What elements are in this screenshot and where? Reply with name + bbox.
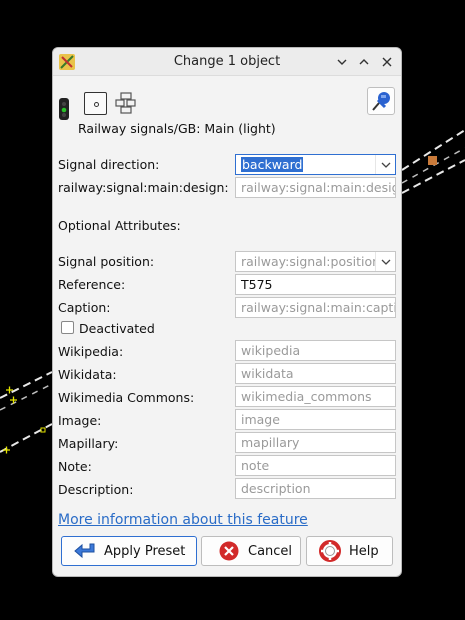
mapillary-field[interactable]: mapillary (235, 432, 396, 453)
wikimedia-commons-field[interactable]: wikimedia_commons (235, 386, 396, 407)
selected-signal-marker (428, 156, 437, 165)
signal-direction-value: backward (241, 157, 304, 172)
maximize-icon (359, 59, 369, 65)
multipolygon-icon (115, 92, 136, 114)
caption-label: Caption: (58, 300, 111, 315)
cancel-icon (219, 541, 239, 561)
wikidata-label: Wikidata: (58, 367, 117, 382)
reference-label: Reference: (58, 277, 126, 292)
signal-direction-label: Signal direction: (58, 157, 160, 172)
change-object-dialog: Change 1 object Railway signals/GB: Main… (52, 47, 402, 577)
caption-field[interactable]: railway:signal:main:caption (235, 297, 396, 318)
cancel-label: Cancel (248, 543, 293, 559)
wikimedia-commons-label: Wikimedia Commons: (58, 390, 195, 405)
signal-position-label: Signal position: (58, 254, 155, 269)
description-label: Description: (58, 482, 134, 497)
deactivated-checkbox[interactable] (61, 321, 74, 334)
chevron-down-icon[interactable] (375, 252, 395, 271)
cancel-button[interactable]: Cancel (201, 536, 301, 566)
image-field[interactable]: image (235, 409, 396, 430)
close-icon (382, 57, 392, 67)
wikidata-field[interactable]: wikidata (235, 363, 396, 384)
optional-attributes-heading: Optional Attributes: (58, 218, 181, 233)
help-button[interactable]: Help (306, 536, 393, 566)
help-label: Help (349, 543, 379, 559)
main-design-field[interactable]: railway:signal:main:design (235, 177, 396, 198)
minimize-button[interactable] (332, 52, 352, 72)
signal-direction-combo[interactable]: backward (235, 154, 396, 175)
title-bar: Change 1 object (53, 48, 401, 76)
chevron-down-icon[interactable] (375, 155, 395, 174)
point-node-icon (84, 92, 107, 115)
help-lifebuoy-icon (319, 540, 341, 562)
signal-light-icon (59, 98, 69, 120)
wikipedia-label: Wikipedia: (58, 344, 124, 359)
minimize-icon (337, 59, 347, 65)
apply-preset-label: Apply Preset (104, 543, 186, 559)
note-field[interactable]: note (235, 455, 396, 476)
preset-name: Railway signals/GB: Main (light) (78, 121, 276, 136)
description-field[interactable]: description (235, 478, 396, 499)
reference-field[interactable]: T575 (235, 274, 396, 295)
apply-preset-button[interactable]: Apply Preset (61, 536, 197, 566)
mapillary-label: Mapillary: (58, 436, 119, 451)
image-label: Image: (58, 413, 102, 428)
wikipedia-field[interactable]: wikipedia (235, 340, 396, 361)
signal-position-placeholder: railway:signal:position (241, 254, 381, 269)
pushpin-icon (372, 92, 390, 111)
apply-arrow-icon (74, 543, 95, 559)
note-label: Note: (58, 459, 92, 474)
maximize-button[interactable] (354, 52, 374, 72)
deactivated-label[interactable]: Deactivated (79, 321, 155, 336)
more-info-link[interactable]: More information about this feature (58, 512, 308, 528)
pin-preset-button[interactable] (367, 87, 395, 115)
close-button[interactable] (377, 52, 397, 72)
main-design-label: railway:signal:main:design: (58, 180, 229, 195)
signal-position-combo[interactable]: railway:signal:position (235, 251, 396, 272)
